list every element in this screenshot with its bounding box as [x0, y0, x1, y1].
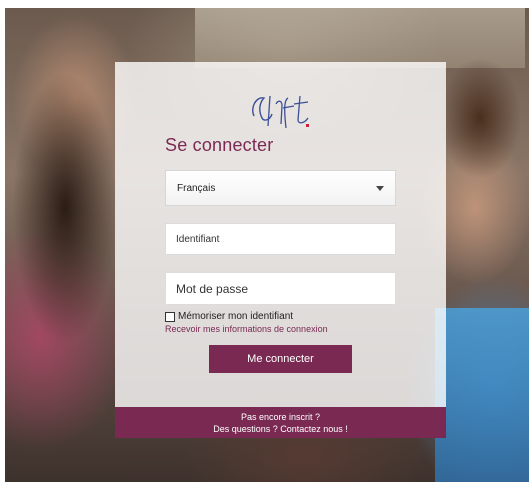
remember-me[interactable]: Mémoriser mon identifiant: [165, 311, 293, 322]
remember-checkbox[interactable]: [165, 311, 175, 322]
remember-label: Mémoriser mon identifiant: [178, 311, 294, 322]
caret-down-icon: [376, 186, 384, 191]
background-shirt: [435, 308, 529, 482]
username-field[interactable]: [165, 223, 396, 255]
login-panel: Se connecter Français Mémoriser mon iden…: [115, 62, 446, 438]
signup-link[interactable]: Pas encore inscrit ?: [115, 411, 446, 423]
password-field[interactable]: [165, 272, 396, 305]
recover-credentials-link[interactable]: Recevoir mes informations de connexion: [165, 324, 328, 334]
language-select-value: Français: [177, 183, 216, 194]
login-button[interactable]: Me connecter: [209, 345, 352, 373]
contact-link[interactable]: Des questions ? Contactez nous !: [115, 423, 446, 435]
cnfpt-logo: [252, 95, 309, 129]
footer-bar: Pas encore inscrit ? Des questions ? Con…: [115, 407, 446, 438]
page-title: Se connecter: [165, 135, 274, 155]
language-select[interactable]: Français: [165, 170, 396, 206]
